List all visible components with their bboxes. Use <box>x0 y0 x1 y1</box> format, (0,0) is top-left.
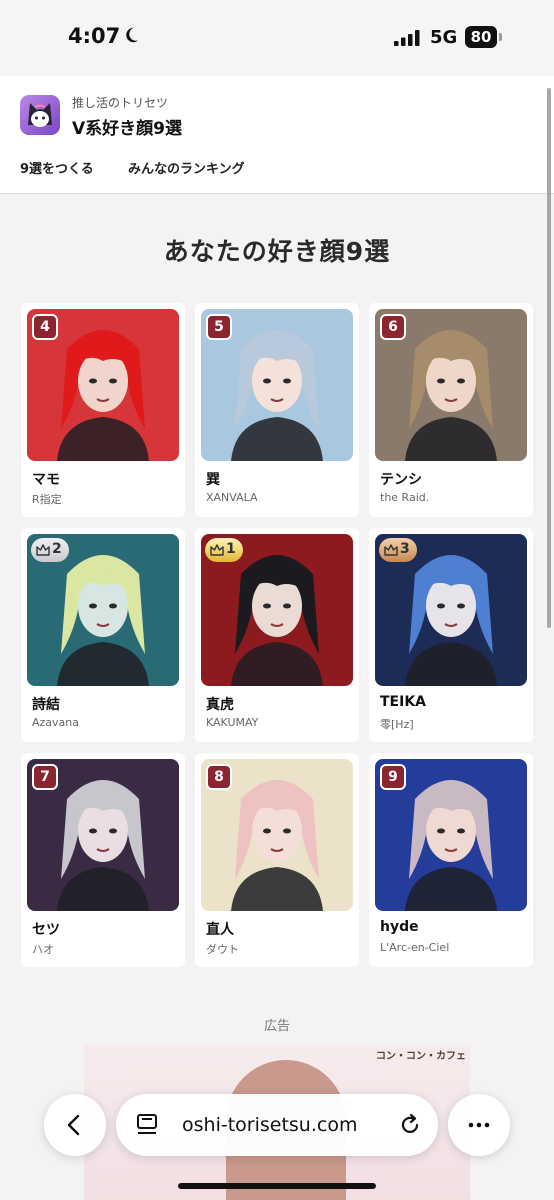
band-name: KAKUMAY <box>206 716 259 729</box>
rank-number: 3 <box>400 541 410 557</box>
address-bar[interactable]: oshi-torisetsu.com <box>116 1094 438 1156</box>
page-scrollbar[interactable] <box>547 88 551 628</box>
page-title: あなたの好き顔9選 <box>163 237 391 266</box>
face-card[interactable]: 9 hyde L'Arc-en-Ciel <box>369 753 533 967</box>
band-name: the Raid. <box>380 491 430 504</box>
face-card[interactable]: 1 真虎 KAKUMAY <box>195 528 359 742</box>
artist-name: 巽 <box>206 472 220 488</box>
rank-badge: 4 <box>32 314 58 340</box>
nav-create-nine[interactable]: 9選をつくる <box>20 158 94 177</box>
signal-icon <box>394 30 420 46</box>
rank-badge: 8 <box>206 764 232 790</box>
back-button[interactable] <box>44 1094 106 1156</box>
artist-name: hyde <box>380 919 419 935</box>
ad-label: 広告 <box>263 1019 290 1034</box>
face-card[interactable]: 6 テンシ the Raid. <box>369 303 533 517</box>
reload-icon[interactable] <box>398 1113 422 1137</box>
artist-name: 真虎 <box>206 697 234 713</box>
app-header: 推し活のトリセツ V系好き顔9選 9選をつくる みんなのランキング <box>0 76 554 194</box>
face-card[interactable]: 3 TEIKA 零[Hz] <box>369 528 533 742</box>
rank-crown-badge: 3 <box>379 538 417 562</box>
url-text: oshi-torisetsu.com <box>182 1114 358 1136</box>
crown-icon <box>36 544 50 556</box>
battery-level: 80 <box>465 26 497 48</box>
rank-badge: 7 <box>32 764 58 790</box>
nav-ranking[interactable]: みんなのランキング <box>128 158 245 177</box>
battery-tip <box>499 33 502 41</box>
band-name: 零[Hz] <box>380 718 414 731</box>
rank-badge: 5 <box>206 314 232 340</box>
rank-badge: 9 <box>380 764 406 790</box>
app-logo-icon[interactable] <box>20 95 60 135</box>
band-name: ダウト <box>206 943 239 956</box>
face-card[interactable]: 4 マモ R指定 <box>21 303 185 517</box>
crown-icon <box>210 544 224 556</box>
reader-icon[interactable] <box>136 1113 158 1137</box>
band-name: Azavana <box>32 716 80 729</box>
artist-name: 直人 <box>206 922 234 938</box>
crown-icon <box>384 544 398 556</box>
status-bar: 4:07 5G 80 <box>0 0 554 76</box>
rank-crown-badge: 2 <box>31 538 69 562</box>
artist-name: テンシ <box>380 472 422 488</box>
site-title[interactable]: V系好き顔9選 <box>72 114 182 139</box>
artist-name: TEIKA <box>380 694 427 710</box>
face-card[interactable]: 5 巽 XANVALA <box>195 303 359 517</box>
band-name: R指定 <box>32 493 62 506</box>
artist-name: 詩結 <box>32 697 60 713</box>
face-card[interactable]: 8 直人ダウト <box>195 753 359 967</box>
site-subtitle: 推し活のトリセツ <box>72 96 169 110</box>
status-time: 4:07 <box>68 24 121 48</box>
home-indicator <box>178 1183 376 1189</box>
rank-badge: 6 <box>380 314 406 340</box>
moon-icon <box>126 27 139 43</box>
rank-number: 1 <box>226 541 236 557</box>
face-card[interactable]: 7 セツハオ <box>21 753 185 967</box>
artist-name: マモ <box>32 472 60 488</box>
band-name: L'Arc-en-Ciel <box>380 941 450 954</box>
rank-number: 2 <box>52 541 62 557</box>
more-icon <box>468 1122 490 1128</box>
network-type: 5G <box>430 27 458 48</box>
more-button[interactable] <box>448 1094 510 1156</box>
rank-crown-badge: 1 <box>205 538 243 562</box>
ad-brand: コン・コン・カフェ <box>376 1051 466 1062</box>
artist-name: セツ <box>32 922 60 938</box>
band-name: ハオ <box>32 943 54 956</box>
back-icon <box>67 1114 80 1136</box>
band-name: XANVALA <box>206 491 258 504</box>
face-card[interactable]: 2 詩結 Azavana <box>21 528 185 742</box>
